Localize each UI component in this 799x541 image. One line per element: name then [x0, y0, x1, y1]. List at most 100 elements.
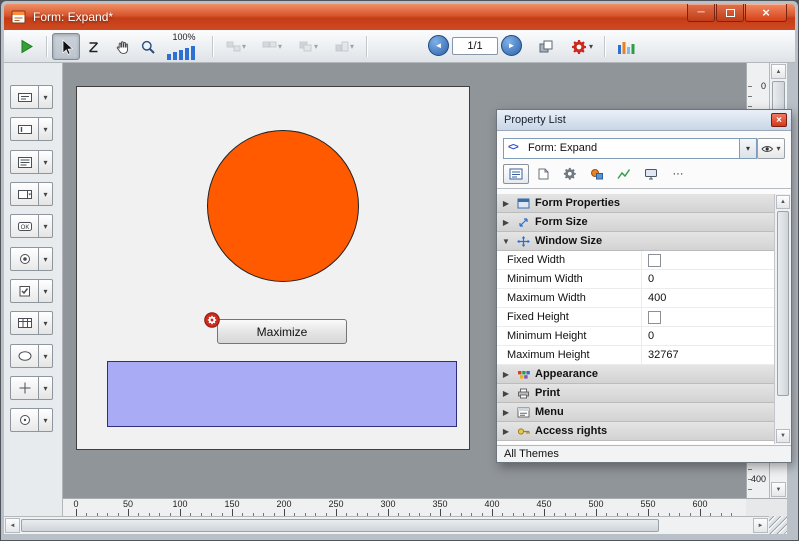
multiline-field-tool[interactable]: ▾: [10, 150, 54, 175]
designer-window: Form: Expand* ─ × 100%: [0, 0, 799, 541]
tab-chart[interactable]: [611, 164, 637, 184]
pan-tool-button[interactable]: [108, 33, 136, 60]
palette-scrollbar[interactable]: ▲ ▼: [774, 194, 791, 444]
page-layers-button[interactable]: [532, 33, 560, 60]
tab-more[interactable]: ···: [665, 164, 691, 184]
line-tool-caret[interactable]: ▾: [39, 376, 53, 400]
tab-properties[interactable]: [503, 164, 529, 184]
align-tools-button[interactable]: ▾: [220, 33, 252, 60]
gear-icon: [563, 167, 577, 181]
edit-field-tool[interactable]: ▾: [10, 117, 54, 142]
target-circle-icon: [10, 408, 39, 432]
select-tool-button[interactable]: [52, 33, 80, 60]
tab-settings[interactable]: [557, 164, 583, 184]
horizontal-scrollbar[interactable]: ◄ ►: [4, 516, 769, 534]
push-button-tool-caret[interactable]: ▾: [39, 214, 53, 238]
line-tool[interactable]: ▾: [10, 376, 54, 401]
fixed-height-checkbox[interactable]: [648, 311, 661, 324]
fixed-height-value[interactable]: [642, 308, 774, 326]
ellipse-tool[interactable]: ▾: [10, 344, 54, 369]
order-tools-button[interactable]: ▾: [292, 33, 324, 60]
minimum-width-value[interactable]: 0: [642, 270, 774, 288]
minimum-height-value[interactable]: 0: [642, 327, 774, 345]
scroll-down-arrow[interactable]: ▼: [776, 429, 790, 443]
form-page[interactable]: Maximize: [76, 86, 470, 450]
fixed-width-checkbox[interactable]: [648, 254, 661, 267]
section-form-properties[interactable]: ▶ Form Properties: [497, 194, 774, 213]
page-indicator[interactable]: 1/1: [452, 37, 498, 55]
multiline-field-tool-caret[interactable]: ▾: [39, 150, 53, 174]
section-window-size[interactable]: ▼ Window Size: [497, 232, 774, 251]
charts-button[interactable]: [612, 33, 640, 60]
actions-button[interactable]: ▾: [564, 33, 600, 60]
visibility-button[interactable]: ▾: [757, 138, 785, 159]
property-list-window: Property List × <> Form: Expand ▾ ▾: [496, 109, 792, 463]
tab-order-tool-button[interactable]: [80, 33, 108, 60]
spacer-tool[interactable]: ▾: [10, 408, 54, 433]
static-text-tool-caret[interactable]: ▾: [39, 85, 53, 109]
section-label: Print: [535, 387, 560, 399]
maximum-height-value[interactable]: 32767: [642, 346, 774, 364]
component-selector-combobox[interactable]: <> Form: Expand ▾: [503, 138, 757, 159]
main-toolbar: 100% ▾ ▾ ▾ ▾ ◄ 1/1 ►: [4, 30, 795, 63]
menu-icon: [516, 407, 530, 418]
zoom-bars-icon: [167, 45, 201, 60]
scroll-up-arrow[interactable]: ▲: [776, 195, 790, 209]
distribute-tools-button[interactable]: ▾: [256, 33, 288, 60]
xml-tag-icon: <>: [508, 142, 518, 153]
section-appearance[interactable]: ▶ Appearance: [497, 365, 774, 384]
combo-box-tool-caret[interactable]: ▾: [39, 182, 53, 206]
check-box-icon: [10, 279, 39, 303]
zoom-level-control[interactable]: 100%: [162, 32, 206, 61]
window-titlebar[interactable]: Form: Expand* ─ ×: [4, 4, 795, 30]
palette-titlebar[interactable]: Property List: [497, 110, 791, 131]
static-text-tool[interactable]: ▾: [10, 85, 54, 110]
section-menu[interactable]: ▶ Menu: [497, 403, 774, 422]
control-action-badge-icon[interactable]: [204, 312, 220, 328]
section-label: Menu: [535, 406, 564, 418]
combo-caret-icon[interactable]: ▾: [739, 139, 756, 158]
ellipse-tool-caret[interactable]: ▾: [39, 344, 53, 368]
maximum-width-value[interactable]: 400: [642, 289, 774, 307]
maximize-window-button[interactable]: [716, 4, 744, 22]
previous-page-button[interactable]: ◄: [428, 35, 449, 56]
tab-display[interactable]: [638, 164, 664, 184]
toolbar-separator: [212, 36, 213, 57]
section-form-size[interactable]: ▶ Form Size: [497, 213, 774, 232]
tab-styles[interactable]: [530, 164, 556, 184]
combo-box-tool[interactable]: ▾: [10, 182, 54, 207]
zoom-tool-button[interactable]: [136, 33, 160, 60]
rectangle-shape[interactable]: [107, 361, 457, 427]
size-tools-button[interactable]: ▾: [328, 33, 360, 60]
check-box-tool-caret[interactable]: ▾: [39, 279, 53, 303]
spacer-tool-caret[interactable]: ▾: [39, 408, 53, 432]
zoom-label: 100%: [162, 32, 206, 42]
table-tool-caret[interactable]: ▾: [39, 311, 53, 335]
close-button[interactable]: ×: [745, 4, 787, 22]
tab-shapes[interactable]: [584, 164, 610, 184]
edit-field-tool-caret[interactable]: ▾: [39, 117, 53, 141]
horizontal-scroll-thumb[interactable]: [21, 519, 659, 532]
ellipse-shape[interactable]: [207, 130, 359, 282]
section-print[interactable]: ▶ Print: [497, 384, 774, 403]
fixed-width-value[interactable]: [642, 251, 774, 269]
property-name: Fixed Width: [497, 251, 642, 269]
run-simulation-button[interactable]: [12, 33, 40, 60]
dropdown-caret-icon: ▾: [776, 145, 780, 153]
section-access-rights[interactable]: ▶ Access rights: [497, 422, 774, 441]
check-box-tool[interactable]: ▾: [10, 279, 54, 304]
palette-scroll-thumb[interactable]: [777, 211, 789, 396]
table-tool[interactable]: ▾: [10, 311, 54, 336]
scroll-right-arrow[interactable]: ►: [753, 518, 768, 533]
minimize-button[interactable]: ─: [687, 4, 715, 22]
resize-grip[interactable]: [769, 516, 787, 534]
radio-button-tool[interactable]: ▾: [10, 247, 54, 272]
palette-close-button[interactable]: ×: [771, 113, 787, 127]
scroll-up-arrow[interactable]: ▲: [771, 64, 786, 79]
scroll-left-arrow[interactable]: ◄: [5, 518, 20, 533]
maximize-form-button[interactable]: Maximize: [217, 319, 347, 344]
next-page-button[interactable]: ►: [501, 35, 522, 56]
radio-button-tool-caret[interactable]: ▾: [39, 247, 53, 271]
scroll-down-arrow[interactable]: ▼: [771, 482, 786, 497]
push-button-tool[interactable]: OK ▾: [10, 214, 54, 239]
